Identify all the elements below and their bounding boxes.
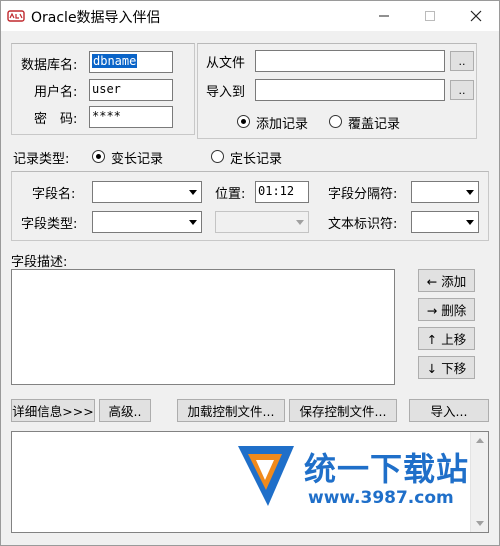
from-file-label: 从文件: [206, 56, 246, 71]
fixed-length-radio[interactable]: [211, 150, 224, 163]
import-to-label: 导入到: [206, 85, 246, 100]
fixed-length-label[interactable]: 定长记录: [230, 148, 282, 167]
delete-field-button[interactable]: → 删除: [418, 298, 475, 321]
browse-from-file-button[interactable]: ..: [450, 51, 474, 71]
position-input[interactable]: 01:12: [255, 181, 309, 203]
close-icon: [470, 10, 482, 22]
watermark-url: www.3987.com: [308, 488, 454, 508]
chevron-down-icon: [184, 182, 201, 202]
add-field-button[interactable]: ← 添加: [418, 269, 475, 292]
field-description-label: 字段描述:: [11, 255, 68, 270]
watermark-brand: 统一下载站: [304, 450, 470, 488]
chevron-down-icon: [461, 212, 478, 232]
log-output-area[interactable]: 统一下载站 www.3987.com: [11, 431, 489, 533]
user-name-label: 用户名:: [34, 85, 78, 100]
scroll-down-icon[interactable]: [471, 515, 488, 532]
chevron-down-icon: [184, 212, 201, 232]
record-type-label: 记录类型:: [13, 152, 70, 167]
field-name-combo[interactable]: [92, 181, 202, 203]
maximize-icon: [425, 11, 435, 21]
text-qualifier-combo[interactable]: [411, 211, 479, 233]
window-title: Oracle数据导入伴侣: [31, 10, 161, 26]
chevron-down-icon: [461, 182, 478, 202]
vertical-scrollbar[interactable]: [470, 432, 488, 532]
db-name-label: 数据库名:: [21, 58, 78, 73]
move-up-button[interactable]: ↑ 上移: [418, 327, 475, 350]
minimize-button[interactable]: [361, 1, 407, 31]
field-separator-combo[interactable]: [411, 181, 479, 203]
password-label: 密 码:: [34, 112, 78, 127]
db-name-input[interactable]: dbname: [89, 51, 173, 73]
move-down-button[interactable]: ↓ 下移: [418, 356, 475, 379]
save-control-file-button[interactable]: 保存控制文件...: [289, 399, 397, 422]
minimize-icon: [379, 15, 389, 17]
field-type-combo[interactable]: [92, 211, 202, 233]
overwrite-records-label[interactable]: 覆盖记录: [348, 113, 400, 132]
variable-length-radio[interactable]: [92, 150, 105, 163]
title-bar[interactable]: Oracle数据导入伴侣: [1, 1, 499, 31]
advanced-button[interactable]: 高级..: [99, 399, 151, 422]
field-subtype-combo: [215, 211, 309, 233]
field-name-label: 字段名:: [32, 187, 76, 202]
append-records-radio[interactable]: [237, 115, 250, 128]
user-name-input[interactable]: user: [89, 79, 173, 101]
main-window: Oracle数据导入伴侣 数据库名: dbname 用户名: user 密 码:…: [0, 0, 500, 546]
text-qualifier-label: 文本标识符:: [328, 217, 398, 232]
scroll-up-icon[interactable]: [471, 432, 488, 449]
field-description-list[interactable]: [11, 269, 395, 385]
chevron-down-icon: [291, 212, 308, 232]
load-control-file-button[interactable]: 加载控制文件...: [177, 399, 285, 422]
field-separator-label: 字段分隔符:: [328, 187, 398, 202]
password-input[interactable]: ****: [89, 106, 173, 128]
import-to-input[interactable]: [255, 79, 445, 101]
maximize-button[interactable]: [407, 1, 453, 31]
browse-import-to-button[interactable]: ..: [450, 80, 474, 100]
from-file-input[interactable]: [255, 50, 445, 72]
details-button[interactable]: 详细信息>>>: [11, 399, 95, 422]
variable-length-label[interactable]: 变长记录: [111, 148, 163, 167]
watermark-logo-icon: [238, 446, 294, 506]
import-button[interactable]: 导入...: [409, 399, 489, 422]
field-type-label: 字段类型:: [21, 217, 78, 232]
app-logo-icon: [7, 10, 25, 22]
append-records-label[interactable]: 添加记录: [256, 113, 308, 132]
position-label: 位置:: [215, 187, 246, 202]
overwrite-records-radio[interactable]: [329, 115, 342, 128]
close-button[interactable]: [453, 1, 499, 31]
db-name-value: dbname: [92, 54, 138, 68]
